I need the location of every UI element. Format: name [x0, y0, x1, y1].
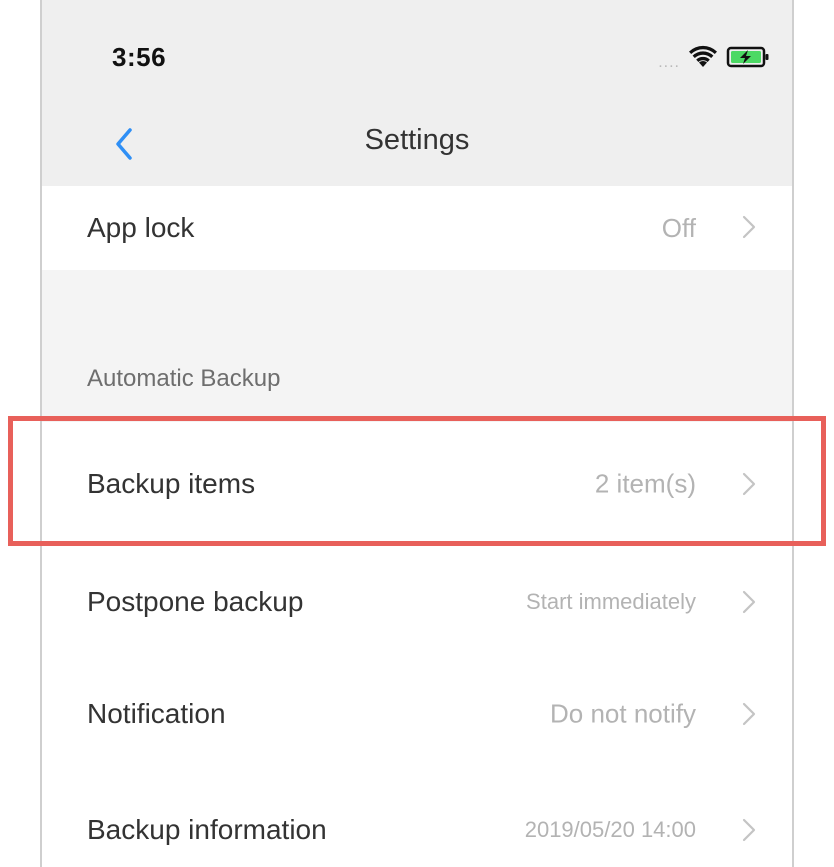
chevron-right-icon [742, 472, 756, 496]
row-label: Backup items [87, 468, 256, 499]
row-value: 2019/05/20 14:00 [524, 817, 696, 842]
settings-row-postpone-backup[interactable]: Postpone backup Start immediately [42, 546, 792, 658]
row-label: Notification [87, 698, 226, 729]
chevron-right-icon [742, 818, 756, 842]
row-label: Postpone backup [87, 586, 304, 617]
signal-dots: .... [658, 53, 680, 71]
row-value: Do not notify [550, 698, 696, 729]
row-value: Off [661, 213, 696, 243]
settings-row-backup-information[interactable]: Backup information 2019/05/20 14:00 [42, 772, 792, 867]
chevron-right-icon [742, 702, 756, 726]
settings-row-backup-items[interactable]: Backup items 2 item(s) [42, 422, 792, 546]
row-value: Start immediately [526, 589, 696, 614]
settings-row-notification[interactable]: Notification Do not notify [42, 658, 792, 770]
wifi-icon [688, 45, 718, 74]
row-label: Backup information [87, 814, 327, 845]
row-label: App lock [87, 212, 195, 243]
section-header-automatic-backup: Automatic Backup [87, 365, 281, 392]
row-value: 2 item(s) [594, 468, 696, 499]
chevron-right-icon [742, 215, 756, 239]
settings-row-app-lock[interactable]: App lock Off [42, 186, 792, 270]
screen: 3:56 .... Settings App lock Off Automati… [0, 0, 834, 867]
status-time: 3:56 [112, 42, 167, 72]
battery-charging-icon [726, 45, 770, 74]
phone-frame: 3:56 .... Settings App lock Off Automati… [40, 0, 794, 867]
navigation-header: 3:56 .... Settings [42, 0, 792, 186]
chevron-right-icon [742, 590, 756, 614]
section-gap: Automatic Backup [42, 270, 792, 422]
status-icons: .... [658, 45, 770, 74]
page-title: Settings [364, 124, 470, 156]
